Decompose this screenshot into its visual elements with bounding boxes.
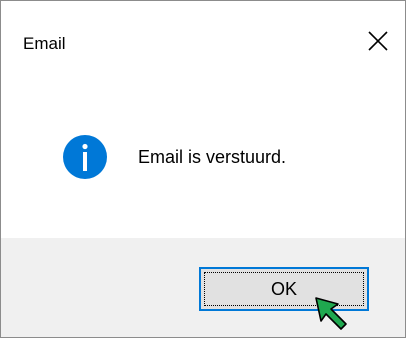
ok-button-label: OK (270, 279, 297, 299)
ok-button[interactable]: OK (199, 267, 369, 311)
close-icon (368, 31, 388, 51)
dialog-content: Email is verstuurd. (1, 75, 405, 238)
window-title: Email (23, 34, 66, 53)
close-button[interactable] (353, 19, 403, 63)
message-text: Email is verstuurd. (138, 147, 287, 167)
info-icon (63, 135, 107, 179)
dialog-footer: OK (1, 238, 405, 337)
message-dialog: Email Email is verstuurd. OK (0, 0, 406, 338)
title-bar: Email (1, 1, 405, 75)
